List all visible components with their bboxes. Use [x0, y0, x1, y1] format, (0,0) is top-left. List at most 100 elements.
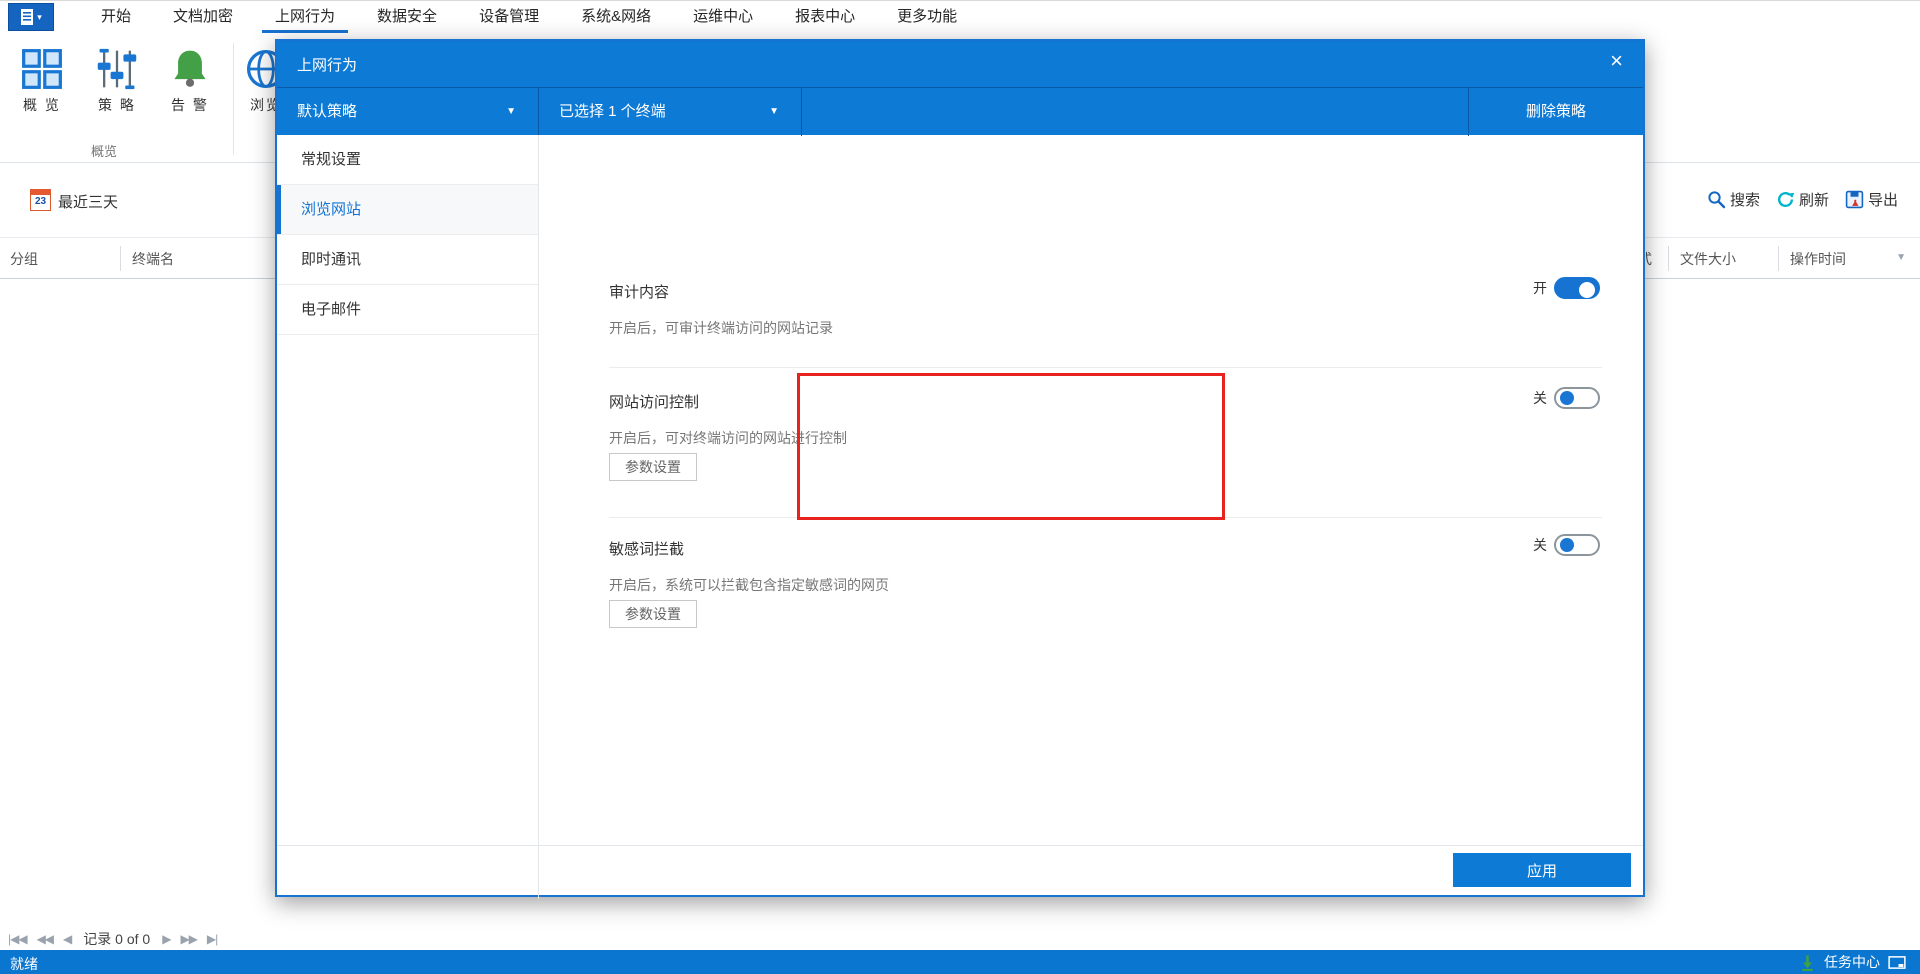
ribbon-tool-policy[interactable]: 策 略 — [85, 47, 149, 115]
column-header-terminal[interactable]: 终端名 — [132, 249, 174, 269]
menubar: ▾ 开始 文档加密 上网行为 数据安全 设备管理 系统&网络 运维中心 报表中心… — [0, 1, 1920, 33]
footer-divider — [277, 845, 1643, 846]
section-divider — [609, 517, 1602, 518]
clipped-column-fragment: 式 — [1646, 249, 1660, 269]
audit-toggle-wrap: 开 — [1533, 277, 1600, 299]
sensitive-word-block-toggle[interactable] — [1554, 534, 1600, 556]
last-page-button[interactable]: ▶| — [207, 932, 218, 946]
audit-content-toggle[interactable] — [1554, 277, 1600, 299]
calendar-day: 23 — [34, 196, 47, 207]
ribbon-tool-overview[interactable]: 概 览 — [10, 47, 74, 115]
nav-item-doc-encryption[interactable]: 文档加密 — [152, 1, 254, 33]
status-right: 任务中心 — [1799, 952, 1906, 972]
pagination: |◀◀ ◀◀ ◀ 记录 0 of 0 ▶ ▶▶ ▶| — [8, 929, 218, 949]
terminal-dropdown-value: 已选择 1 个终端 — [559, 103, 666, 120]
toggle-knob — [1560, 391, 1574, 405]
toggle-state-label: 关 — [1533, 390, 1547, 406]
close-icon[interactable]: × — [1610, 50, 1623, 72]
task-window-icon[interactable] — [1888, 955, 1906, 970]
column-header-filesize[interactable]: 文件大小 — [1680, 249, 1736, 269]
delete-policy-button[interactable]: 删除策略 — [1468, 88, 1643, 136]
export-label: 导出 — [1867, 192, 1898, 209]
export-button[interactable]: 导出 — [1845, 189, 1898, 210]
policy-sliders-icon — [97, 48, 137, 90]
next-page-button[interactable]: ▶ — [162, 932, 171, 946]
download-arrow-icon — [1802, 954, 1813, 971]
column-divider[interactable] — [1668, 246, 1669, 271]
website-access-control-toggle[interactable] — [1554, 387, 1600, 409]
refresh-button[interactable]: 刷新 — [1776, 189, 1829, 210]
nav-item-internet-behavior[interactable]: 上网行为 — [254, 1, 356, 33]
ribbon-tool-alert[interactable]: 告 警 — [158, 47, 222, 115]
dialog-toolbar: 默认策略 ▼ 已选择 1 个终端 ▼ 删除策略 — [277, 87, 1643, 136]
app-menu-button[interactable]: ▾ — [8, 3, 54, 31]
nav-item-start[interactable]: 开始 — [80, 1, 152, 33]
search-button[interactable]: 搜索 — [1707, 189, 1760, 210]
tool-label: 告 警 — [171, 97, 209, 113]
access-control-toggle-wrap: 关 — [1533, 387, 1600, 409]
chevron-down-icon: ▼ — [769, 106, 779, 117]
document-icon — [21, 9, 34, 25]
status-text: 就绪 — [10, 956, 38, 972]
column-divider[interactable] — [120, 246, 121, 271]
dialog-title: 上网行为 — [297, 57, 358, 74]
toggle-knob — [1560, 538, 1574, 552]
status-bar: 就绪 任务中心 — [0, 950, 1920, 974]
terminal-dropdown[interactable]: 已选择 1 个终端 ▼ — [539, 88, 802, 136]
nav-item-system-network[interactable]: 系统&网络 — [560, 1, 672, 33]
apply-button[interactable]: 应用 — [1453, 853, 1631, 887]
sensitive-words-toggle-wrap: 关 — [1533, 534, 1600, 556]
nav-item-data-security[interactable]: 数据安全 — [356, 1, 458, 33]
column-menu-caret-icon[interactable]: ▼ — [1896, 252, 1906, 263]
ribbon-group-label: 概览 — [90, 144, 117, 159]
calendar-icon: 23 — [30, 189, 51, 211]
nav-item-report-center[interactable]: 报表中心 — [774, 1, 876, 33]
section-title-access-control: 网站访问控制 — [609, 394, 700, 411]
nav-item-ops-center[interactable]: 运维中心 — [672, 1, 774, 33]
prev-page-button[interactable]: ◀ — [63, 932, 72, 946]
sidebar-item-browse-websites[interactable]: 浏览网站 — [277, 185, 538, 235]
red-highlight-annotation — [797, 373, 1225, 520]
sidebar-item-email[interactable]: 电子邮件 — [277, 285, 538, 335]
export-icon — [1845, 190, 1864, 209]
nav-item-device-management[interactable]: 设备管理 — [458, 1, 560, 33]
tool-label: 策 略 — [98, 97, 136, 113]
alert-bell-icon — [174, 50, 206, 87]
toggle-state-label: 关 — [1533, 537, 1547, 553]
refresh-label: 刷新 — [1798, 192, 1829, 209]
dialog-sidebar: 常规设置 浏览网站 即时通讯 电子邮件 — [277, 135, 539, 899]
date-range-filter[interactable]: 最近三天 — [58, 191, 118, 212]
access-control-param-settings-button[interactable]: 参数设置 — [609, 453, 697, 481]
application-window: ▾ 开始 文档加密 上网行为 数据安全 设备管理 系统&网络 运维中心 报表中心… — [0, 0, 1920, 974]
column-header-optime[interactable]: 操作时间 — [1790, 249, 1846, 269]
list-actions: 搜索 刷新 导出 — [1707, 189, 1898, 210]
overview-grid-icon — [22, 49, 62, 89]
nav-item-more-features[interactable]: 更多功能 — [876, 1, 978, 33]
chevron-down-icon: ▾ — [37, 11, 42, 22]
refresh-icon — [1777, 192, 1795, 208]
policy-dropdown-value: 默认策略 — [297, 103, 358, 120]
fast-prev-button[interactable]: ◀◀ — [37, 932, 54, 946]
main-nav: 开始 文档加密 上网行为 数据安全 设备管理 系统&网络 运维中心 报表中心 更… — [80, 1, 978, 33]
section-title-sensitive-words: 敏感词拦截 — [609, 541, 685, 558]
dialog-titlebar: 上网行为 × — [277, 41, 1643, 87]
policy-dropdown[interactable]: 默认策略 ▼ — [277, 88, 539, 136]
section-title-audit: 审计内容 — [609, 284, 670, 301]
sidebar-item-instant-messaging[interactable]: 即时通讯 — [277, 235, 538, 285]
search-label: 搜索 — [1729, 192, 1760, 209]
tool-label: 概 览 — [23, 97, 61, 113]
sensitive-words-param-settings-button[interactable]: 参数设置 — [609, 600, 697, 628]
column-divider[interactable] — [1778, 246, 1779, 271]
section-divider — [609, 367, 1602, 368]
chevron-down-icon: ▼ — [506, 106, 516, 117]
dialog-content: 审计内容 开启后，可审计终端访问的网站记录 开 网站访问控制 开启后，可对终端访… — [539, 135, 1647, 845]
sidebar-item-general-settings[interactable]: 常规设置 — [277, 135, 538, 185]
first-page-button[interactable]: |◀◀ — [8, 932, 28, 946]
section-desc-audit: 开启后，可审计终端访问的网站记录 — [609, 320, 833, 336]
search-icon — [1708, 191, 1726, 209]
internet-behavior-dialog: 上网行为 × 默认策略 ▼ 已选择 1 个终端 ▼ 删除策略 常规设置 浏览网站… — [275, 39, 1647, 899]
section-desc-access-control: 开启后，可对终端访问的网站进行控制 — [609, 430, 847, 446]
column-header-group[interactable]: 分组 — [10, 249, 38, 269]
fast-next-button[interactable]: ▶▶ — [180, 932, 197, 946]
task-center-button[interactable]: 任务中心 — [1824, 952, 1880, 972]
